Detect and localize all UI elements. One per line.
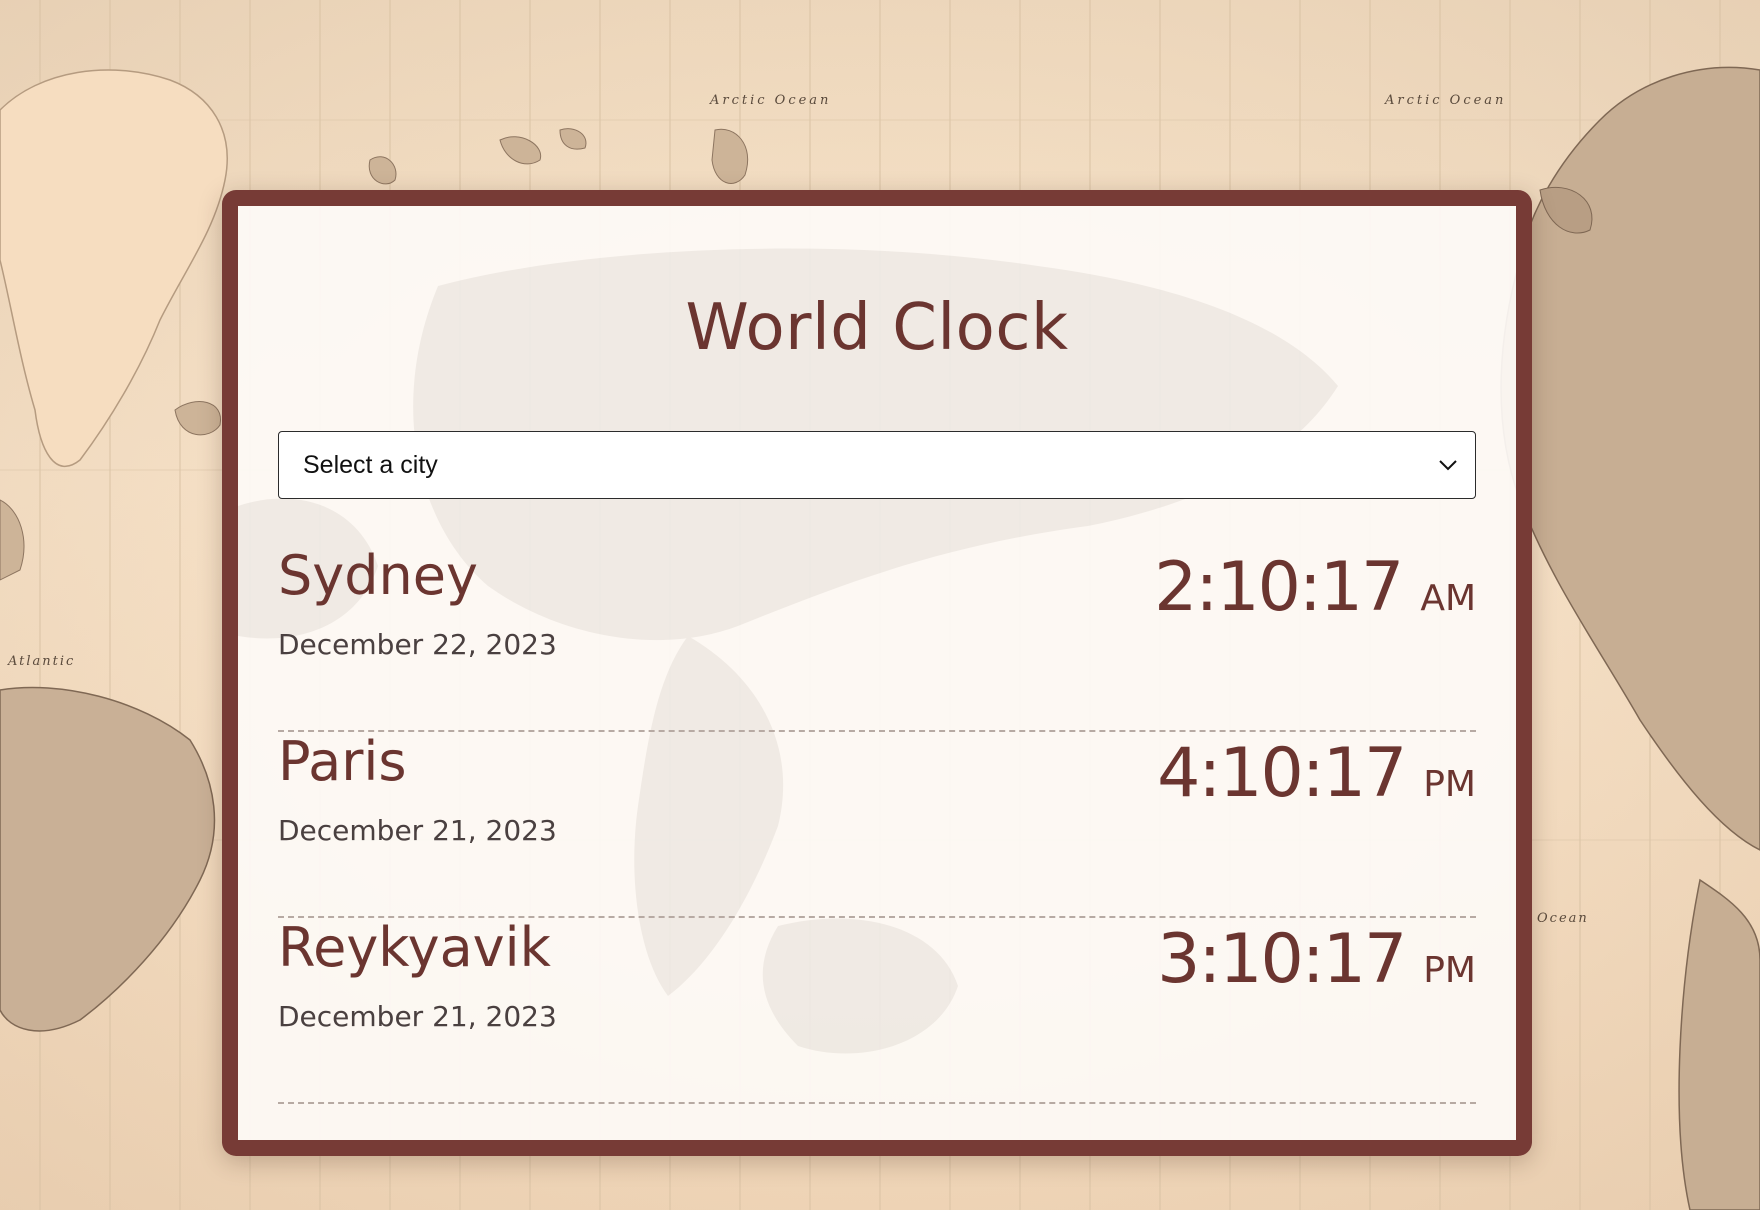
city-select[interactable]: Select a city <box>278 431 1476 499</box>
chevron-down-icon <box>1437 454 1459 476</box>
city-time: 4:10:17 PM <box>1157 734 1476 813</box>
city-row-sydney: Sydney December 22, 2023 2:10:17 AM <box>278 546 1476 732</box>
page-title: World Clock <box>685 291 1069 365</box>
city-name: Reykyavik <box>278 916 551 979</box>
map-label-ocean: Ocean <box>1537 911 1589 926</box>
city-date: December 22, 2023 <box>278 628 557 661</box>
city-list: Sydney December 22, 2023 2:10:17 AM Pari… <box>278 546 1476 1104</box>
time-digits: 2:10:17 <box>1154 548 1404 627</box>
city-time: 3:10:17 PM <box>1157 920 1476 999</box>
time-period: PM <box>1423 764 1476 805</box>
time-digits: 4:10:17 <box>1157 734 1407 813</box>
city-name: Sydney <box>278 544 478 607</box>
time-period: PM <box>1423 950 1476 991</box>
city-date: December 21, 2023 <box>278 814 557 847</box>
city-row-reykyavik: Reykyavik December 21, 2023 3:10:17 PM <box>278 918 1476 1104</box>
city-name: Paris <box>278 730 407 793</box>
map-label-arctic-ocean-1: Arctic Ocean <box>709 93 831 108</box>
city-row-paris: Paris December 21, 2023 4:10:17 PM <box>278 732 1476 918</box>
map-label-atlantic: Atlantic <box>7 654 75 669</box>
time-digits: 3:10:17 <box>1157 920 1407 999</box>
city-time: 2:10:17 AM <box>1154 548 1476 627</box>
world-clock-card: World Clock Select a city Sydney Decembe… <box>222 190 1532 1156</box>
city-select-value: Select a city <box>303 450 438 479</box>
city-date: December 21, 2023 <box>278 1000 557 1033</box>
map-label-arctic-ocean-2: Arctic Ocean <box>1384 93 1506 108</box>
time-period: AM <box>1420 578 1476 619</box>
